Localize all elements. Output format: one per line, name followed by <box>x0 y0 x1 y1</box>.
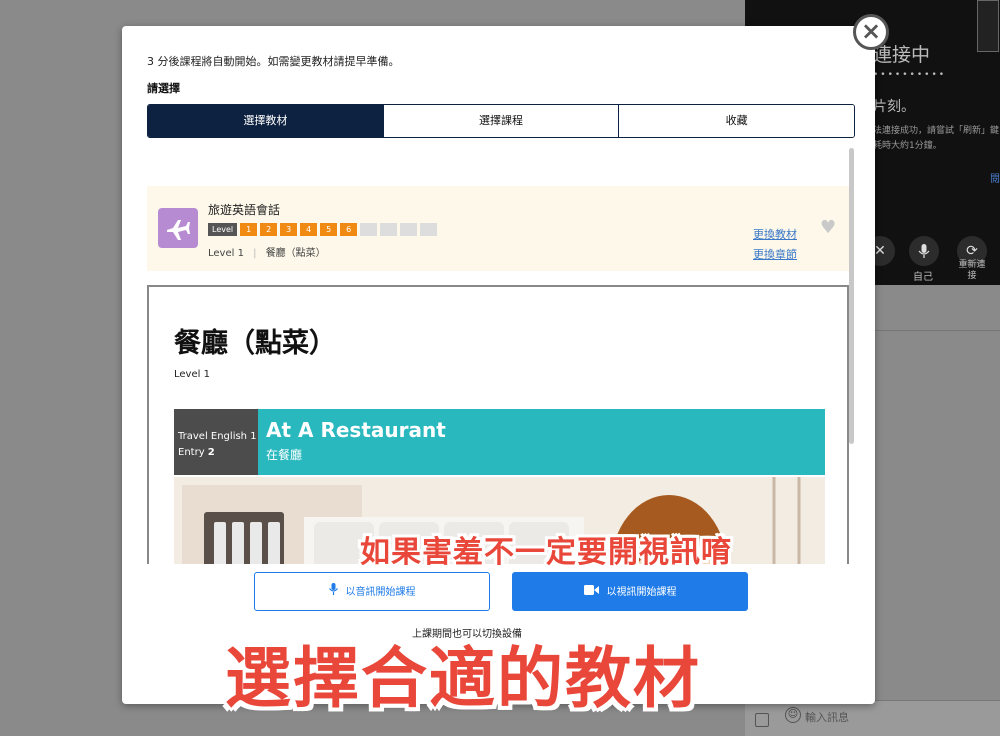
divider <box>875 330 1000 331</box>
lesson-level: Level 1 <box>174 369 210 380</box>
entry-line: Entry 2 <box>178 445 258 461</box>
material-preview: 餐廳（點菜） Level 1 Travel English 1 Entry 2 … <box>147 285 849 564</box>
refresh-icon: ⟳ <box>966 243 978 259</box>
content-scrollbar[interactable] <box>849 148 854 444</box>
start-video-button[interactable]: 以視訊開始課程 <box>512 572 748 611</box>
level-step: 3 <box>280 223 298 236</box>
microphone-button[interactable] <box>909 236 939 266</box>
attach-icon[interactable] <box>755 713 769 727</box>
series-name: Travel English 1 <box>178 431 257 442</box>
level-step <box>380 223 398 236</box>
start-audio-label: 以音訊開始課程 <box>345 587 416 598</box>
airplane-icon <box>158 208 198 248</box>
lesson-title-zh: 在餐廳 <box>266 448 303 462</box>
subtitle-level: Level 1 <box>208 248 244 259</box>
change-chapter-link[interactable]: 更換章節 <box>753 246 797 262</box>
close-icon[interactable]: × <box>853 14 889 50</box>
subtitle-separator: | <box>253 248 257 259</box>
microphone-label: 自己 <box>913 272 933 283</box>
subtitle-chapter: 餐廳（點菜） <box>265 248 326 259</box>
loading-dots: •••••••••• <box>873 70 947 80</box>
level-step <box>420 223 438 236</box>
tab-select-course[interactable]: 選擇課程 <box>382 105 619 137</box>
chat-input[interactable]: 輸入訊息 <box>805 709 849 725</box>
help-link[interactable]: 閱 <box>990 170 1000 185</box>
material-title: 旅遊英語會話 <box>208 203 281 217</box>
material-content: 旅遊英語會話 Level 1 2 3 4 5 6 Level 1 | 餐廳（點菜… <box>147 146 855 564</box>
material-selection-modal: 3 分後課程將自動開始。如需變更教材請提早準備。 請選擇 選擇教材 選擇課程 收… <box>122 26 875 704</box>
entry-label: Entry <box>178 447 205 458</box>
banner-title-block: At A Restaurant 在餐廳 <box>258 409 825 475</box>
level-step <box>400 223 418 236</box>
microphone-icon <box>328 573 338 610</box>
selection-tabs: 選擇教材 選擇課程 收藏 <box>147 104 855 138</box>
level-step: 6 <box>340 223 358 236</box>
level-tag: Level <box>208 223 238 236</box>
lesson-title: 餐廳（點菜） <box>174 328 336 359</box>
entry-number: 2 <box>207 447 215 458</box>
connection-message: 法連接成功，請嘗試「刷新」鍵耗時大約1分鐘。 <box>873 126 1000 151</box>
chat-bar: ☺ 輸入訊息 <box>745 700 1000 736</box>
banner-series: Travel English 1 Entry 2 <box>174 409 258 475</box>
level-step: 5 <box>320 223 338 236</box>
microphone-icon <box>918 244 930 258</box>
camera-off-icon: ✕ <box>874 243 886 259</box>
start-audio-button[interactable]: 以音訊開始課程 <box>254 572 490 611</box>
caption-choose-material: 選擇合適的教材 <box>225 640 701 717</box>
material-subtitle: Level 1 | 餐廳（點菜） <box>208 244 326 259</box>
choose-label: 請選擇 <box>147 82 180 95</box>
auto-start-notice: 3 分後課程將自動開始。如需變更教材請提早準備。 <box>147 55 400 68</box>
tab-favorites[interactable]: 收藏 <box>618 105 854 137</box>
self-video-thumbnail <box>977 0 999 52</box>
caption-video-tip: 如果害羞不一定要開視訊唷 <box>360 535 732 570</box>
material-card: 旅遊英語會話 Level 1 2 3 4 5 6 Level 1 | 餐廳（點菜… <box>147 186 849 271</box>
lesson-banner: Travel English 1 Entry 2 At A Restaurant… <box>174 409 825 475</box>
video-camera-icon <box>583 573 599 610</box>
refresh-label: 重新連接 <box>958 260 986 281</box>
change-material-link[interactable]: 更換教材 <box>753 226 797 242</box>
level-step: 1 <box>240 223 258 236</box>
wait-text: 片刻。 <box>873 99 915 115</box>
level-indicator: Level 1 2 3 4 5 6 <box>208 223 438 236</box>
level-step <box>360 223 378 236</box>
emoji-icon[interactable]: ☺ <box>785 707 801 723</box>
video-controls: ✕ 自己 ⟳ 重新連接 <box>865 230 1000 285</box>
level-step: 2 <box>260 223 278 236</box>
heart-icon[interactable]: ♥ <box>820 217 836 238</box>
lesson-title-en: At A Restaurant <box>266 418 446 442</box>
start-video-label: 以視訊開始課程 <box>606 587 677 598</box>
tab-select-material[interactable]: 選擇教材 <box>148 105 383 137</box>
level-step: 4 <box>300 223 318 236</box>
